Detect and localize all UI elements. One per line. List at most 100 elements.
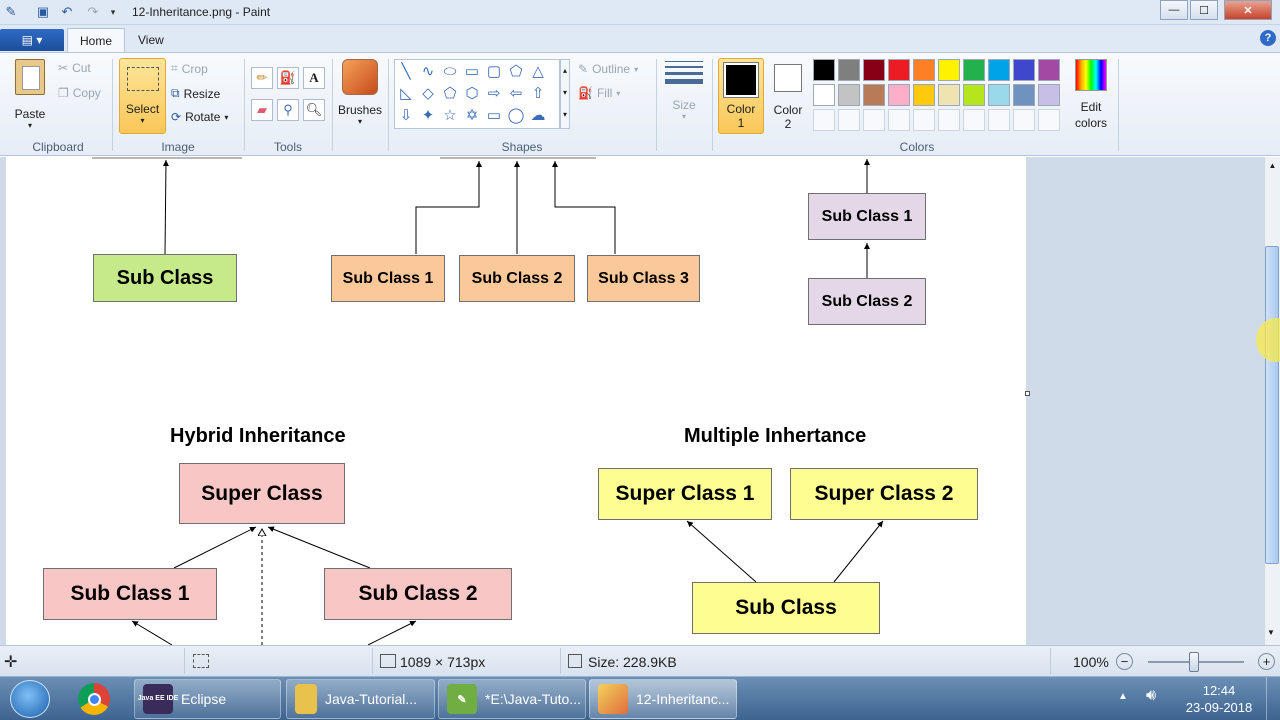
color-swatch[interactable] bbox=[888, 84, 910, 106]
drawing-canvas[interactable]: Sub Class Sub Class 1 Sub Class 2 Sub Cl… bbox=[6, 157, 1026, 645]
pencil-icon[interactable]: ✏ bbox=[251, 67, 273, 89]
color-swatch[interactable] bbox=[813, 84, 835, 106]
custom-color-slot[interactable] bbox=[1038, 109, 1060, 131]
custom-color-slot[interactable] bbox=[913, 109, 935, 131]
file-menu-button[interactable]: ▤ ▾ bbox=[0, 29, 64, 51]
taskbar-eclipse[interactable]: Java EE IDE Eclipse bbox=[134, 679, 281, 719]
custom-color-slot[interactable] bbox=[988, 109, 1010, 131]
rotate-button[interactable]: ⟳ Rotate ▾ bbox=[171, 110, 228, 124]
taskbar-notepad[interactable]: ✎ *E:\Java-Tuto... bbox=[438, 679, 586, 719]
rectangle-shape-icon[interactable]: ▭ bbox=[461, 60, 483, 82]
scrollbar-thumb[interactable] bbox=[1265, 246, 1279, 564]
color-swatch[interactable] bbox=[963, 59, 985, 81]
down-arrow-shape-icon[interactable]: ⇩ bbox=[395, 104, 417, 126]
diamond-shape-icon[interactable]: ◇ bbox=[417, 82, 439, 104]
custom-color-slot[interactable] bbox=[938, 109, 960, 131]
color-swatch[interactable] bbox=[963, 84, 985, 106]
line-shape-icon[interactable]: ╲ bbox=[395, 60, 417, 82]
pentagon-shape-icon[interactable]: ⬠ bbox=[439, 82, 461, 104]
resize-button[interactable]: ⧉ Resize bbox=[171, 86, 220, 101]
color-swatch[interactable] bbox=[988, 59, 1010, 81]
volume-icon[interactable]: 🔊︎ bbox=[1146, 687, 1156, 705]
chrome-icon[interactable] bbox=[78, 683, 110, 715]
color-swatch[interactable] bbox=[863, 84, 885, 106]
rounded-rectangle-shape-icon[interactable]: ▢ bbox=[483, 60, 505, 82]
paint-app-icon[interactable]: ✎ bbox=[2, 3, 20, 21]
custom-color-slot[interactable] bbox=[963, 109, 985, 131]
color-swatch[interactable] bbox=[1013, 84, 1035, 106]
curve-shape-icon[interactable]: ∿ bbox=[417, 60, 439, 82]
zoom-in-icon[interactable]: + bbox=[1258, 653, 1275, 670]
color-swatch[interactable] bbox=[913, 84, 935, 106]
taskbar-explorer[interactable]: Java-Tutorial... bbox=[286, 679, 435, 719]
paste-button[interactable]: Paste ▾ bbox=[10, 59, 50, 130]
save-icon[interactable]: ▣ bbox=[34, 3, 52, 21]
maximize-button[interactable]: ☐ bbox=[1190, 0, 1218, 20]
shapes-gallery[interactable]: ╲ ∿ ⬭ ▭ ▢ ⬠ △ ◺ ◇ ⬠ ⬡ ⇨ ⇦ ⇧ ⇩ ✦ ☆ ✡ ▭ ◯ … bbox=[394, 59, 560, 129]
hexagon-shape-icon[interactable]: ⬡ bbox=[461, 82, 483, 104]
polygon-shape-icon[interactable]: ⬠ bbox=[505, 60, 527, 82]
redo-icon[interactable]: ↷ bbox=[84, 3, 102, 21]
select-button[interactable]: Select ▾ bbox=[119, 58, 166, 134]
close-button[interactable]: ✕ bbox=[1224, 0, 1272, 20]
custom-color-slot[interactable] bbox=[888, 109, 910, 131]
callout-rect-shape-icon[interactable]: ▭ bbox=[483, 104, 505, 126]
six-point-star-shape-icon[interactable]: ✡ bbox=[461, 104, 483, 126]
brushes-button[interactable]: Brushes ▾ bbox=[338, 59, 382, 126]
triangle-shape-icon[interactable]: △ bbox=[527, 60, 549, 82]
color-swatch[interactable] bbox=[1038, 59, 1060, 81]
left-arrow-shape-icon[interactable]: ⇦ bbox=[505, 82, 527, 104]
system-clock[interactable]: 12:44 23-09-2018 bbox=[1184, 682, 1254, 716]
tab-view[interactable]: View bbox=[126, 28, 176, 52]
color-swatch[interactable] bbox=[1013, 59, 1035, 81]
shapes-scroll[interactable]: ▴ ▾ ▾ bbox=[560, 59, 570, 129]
cloud-callout-shape-icon[interactable]: ☁ bbox=[527, 104, 549, 126]
color-swatch[interactable] bbox=[988, 84, 1010, 106]
outline-button[interactable]: ✎ Outline ▾ bbox=[578, 62, 638, 76]
zoom-out-icon[interactable]: − bbox=[1116, 653, 1133, 670]
canvas-resize-handle[interactable] bbox=[1025, 391, 1030, 396]
color-swatch[interactable] bbox=[838, 84, 860, 106]
four-point-star-shape-icon[interactable]: ✦ bbox=[417, 104, 439, 126]
color-swatch[interactable] bbox=[938, 84, 960, 106]
zoom-slider-thumb[interactable] bbox=[1189, 652, 1199, 672]
text-tool-icon[interactable]: A bbox=[303, 67, 325, 89]
cut-button[interactable]: ✂ Cut bbox=[58, 61, 91, 75]
color2-button[interactable]: Color 2 bbox=[766, 58, 810, 131]
right-triangle-shape-icon[interactable]: ◺ bbox=[395, 82, 417, 104]
size-button[interactable]: Size ▾ bbox=[662, 61, 706, 121]
callout-oval-shape-icon[interactable]: ◯ bbox=[505, 104, 527, 126]
taskbar-paint[interactable]: 12-Inheritanc... bbox=[589, 679, 737, 719]
color-swatch[interactable] bbox=[913, 59, 935, 81]
color-swatch[interactable] bbox=[888, 59, 910, 81]
up-arrow-shape-icon[interactable]: ⇧ bbox=[527, 82, 549, 104]
crop-button[interactable]: ⌗ Crop bbox=[171, 61, 208, 76]
color-swatch[interactable] bbox=[813, 59, 835, 81]
show-desktop-button[interactable] bbox=[1266, 677, 1280, 720]
fill-button[interactable]: ⛽ Fill ▾ bbox=[578, 86, 620, 100]
custom-color-slot[interactable] bbox=[838, 109, 860, 131]
five-point-star-shape-icon[interactable]: ☆ bbox=[439, 104, 461, 126]
color1-button[interactable]: Color 1 bbox=[718, 58, 764, 134]
tab-home[interactable]: Home bbox=[67, 28, 126, 52]
edit-colors-button[interactable]: Edit colors bbox=[1070, 59, 1112, 131]
color-swatch[interactable] bbox=[938, 59, 960, 81]
scroll-down-icon[interactable]: ▼ bbox=[1267, 628, 1275, 637]
help-icon[interactable]: ? bbox=[1260, 30, 1276, 46]
custom-color-slot[interactable] bbox=[1013, 109, 1035, 131]
customize-qat-icon[interactable]: ▾ bbox=[104, 3, 122, 21]
fill-bucket-icon[interactable]: ⛽ bbox=[277, 67, 299, 89]
magnifier-icon[interactable]: 🔍︎ bbox=[303, 99, 325, 121]
eraser-icon[interactable]: ▰ bbox=[251, 99, 273, 121]
custom-color-slot[interactable] bbox=[863, 109, 885, 131]
show-hidden-icons-icon[interactable]: ▲ bbox=[1118, 691, 1128, 702]
right-arrow-shape-icon[interactable]: ⇨ bbox=[483, 82, 505, 104]
color-swatch[interactable] bbox=[838, 59, 860, 81]
color-swatch[interactable] bbox=[863, 59, 885, 81]
minimize-button[interactable]: — bbox=[1160, 0, 1188, 20]
copy-button[interactable]: ❐ Copy bbox=[58, 86, 101, 100]
oval-shape-icon[interactable]: ⬭ bbox=[439, 60, 461, 82]
undo-icon[interactable]: ↶ bbox=[58, 3, 76, 21]
scroll-up-icon[interactable]: ▲ bbox=[1265, 161, 1280, 170]
color-picker-icon[interactable]: ⚲ bbox=[277, 99, 299, 121]
